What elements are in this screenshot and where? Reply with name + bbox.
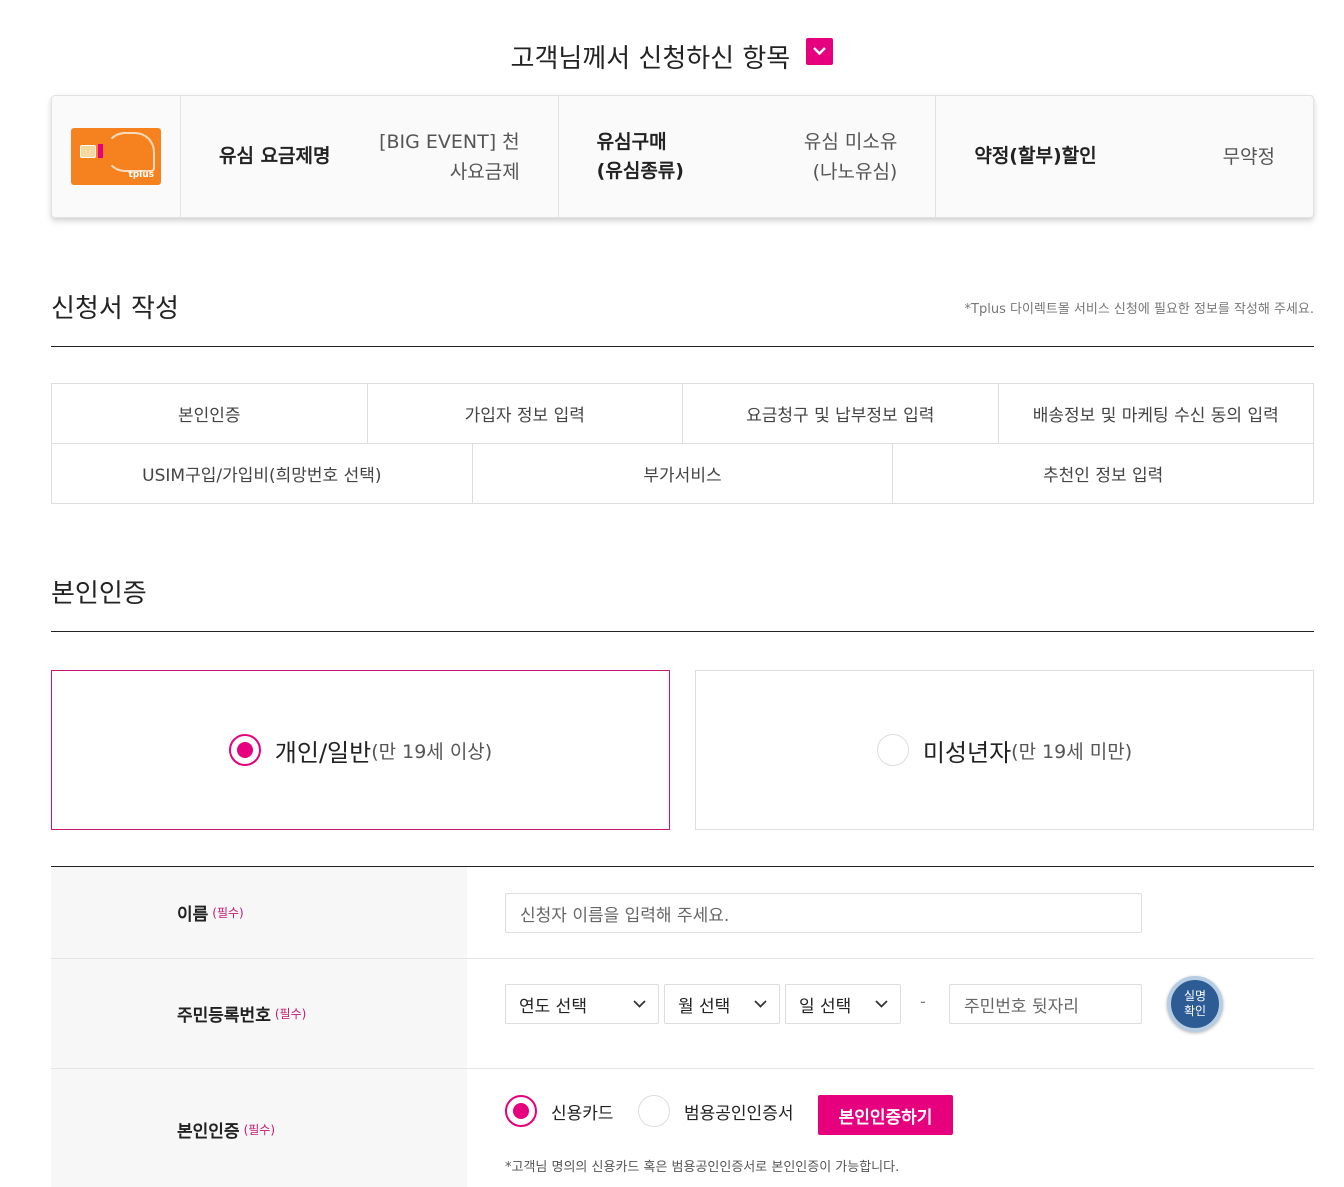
usim-thumbnail: tplus (52, 96, 181, 217)
adult-label: 개인/일반 (274, 738, 372, 767)
year-select-label: 연도 선택 (519, 996, 587, 1017)
auth-option-card[interactable]: 신용카드 (505, 1095, 614, 1127)
cert-option-label: 범용공인인증서 (684, 1103, 794, 1124)
rrn-row: 주민등록번호 (필수) 연도 선택 월 선택 일 선택 - 주민번호 뒷자리 실… (51, 959, 1314, 1069)
auth-label: 본인인증 (필수) (51, 1069, 467, 1187)
applied-items-header: 고객님께서 신청하신 항목 (0, 38, 1344, 75)
applied-items-summary: tplus 유심 요금제명 [BIG EVENT] 천 사요금제 유심구매 (유… (51, 95, 1314, 218)
step-usim-purchase[interactable]: USIM구입/가입비(희망번호 선택) (52, 444, 473, 504)
plan-label: 유심 요금제명 (219, 145, 331, 167)
application-title: 신청서 작성 (51, 294, 179, 324)
rrn-back-input[interactable]: 주민번호 뒷자리 (949, 984, 1142, 1024)
day-select[interactable]: 일 선택 (785, 984, 901, 1024)
identity-verify-button[interactable]: 본인인증하기 (818, 1095, 953, 1135)
divider (51, 631, 1314, 632)
name-cell: 신청자 이름을 입력해 주세요. (467, 867, 1314, 958)
name-label-text: 이름 (177, 905, 209, 925)
chevron-down-icon (633, 1000, 646, 1008)
step-delivery-marketing[interactable]: 배송정보 및 마케팅 수신 동의 입력 (998, 384, 1314, 444)
verify-label-line1: 실명 (1183, 989, 1207, 1003)
minor-label: 미성년자 (922, 738, 1012, 767)
applied-items-title: 고객님께서 신청하신 항목 (510, 44, 791, 74)
plan-value-line2: 사요금제 (449, 160, 520, 183)
step-referrer-info[interactable]: 추천인 정보 입력 (893, 444, 1315, 504)
day-select-label: 일 선택 (799, 996, 852, 1017)
plan-value-line1: [BIG EVENT] 천 (379, 130, 520, 153)
minor-sublabel: (만 19세 미만) (1011, 740, 1133, 763)
usim-label-line2: (유심종류) (596, 159, 684, 182)
rrn-dash: - (920, 992, 926, 1011)
usim-label-line1: 유심구매 (596, 130, 667, 153)
name-label: 이름 (필수) (51, 867, 467, 958)
chevron-down-icon (875, 1000, 888, 1008)
required-mark: (필수) (212, 906, 244, 920)
expand-toggle-button[interactable] (806, 38, 834, 65)
application-steps: 본인인증 가입자 정보 입력 요금청구 및 납부정보 입력 배송정보 및 마케팅… (51, 383, 1315, 504)
divider (51, 346, 1314, 347)
required-mark: (필수) (243, 1122, 276, 1137)
minor-radio[interactable] (876, 734, 909, 766)
step-billing-info[interactable]: 요금청구 및 납부정보 입력 (683, 384, 999, 444)
auth-row: 본인인증 (필수) 신용카드 범용공인인증서 본인인증하기 *고객님 명의의 신… (51, 1069, 1314, 1187)
application-note: *Tplus 다이렉트몰 서비스 신청에 필요한 정보를 작성해 주세요. (964, 302, 1314, 317)
chevron-down-icon (813, 47, 827, 56)
auth-option-cert[interactable]: 범용공인인증서 (638, 1095, 793, 1127)
identity-form: 이름 (필수) 신청자 이름을 입력해 주세요. 주민등록번호 (필수) 연도 … (51, 866, 1314, 1187)
auth-label-text: 본인인증 (177, 1121, 240, 1142)
auth-cell: 신용카드 범용공인인증서 본인인증하기 *고객님 명의의 신용카드 혹은 범용공… (467, 1069, 1314, 1187)
step-identity[interactable]: 본인인증 (52, 384, 368, 444)
verify-label-line2: 확인 (1183, 1004, 1207, 1018)
card-radio[interactable] (505, 1095, 537, 1127)
month-select[interactable]: 월 선택 (664, 984, 780, 1024)
rrn-label: 주민등록번호 (필수) (51, 959, 467, 1068)
usim-value-line1: 유심 미소유 (803, 130, 898, 153)
plan-cell: 유심 요금제명 [BIG EVENT] 천 사요금제 (181, 96, 559, 217)
usim-label: 유심구매 (유심종류) (597, 128, 684, 186)
chevron-down-icon (754, 1000, 767, 1008)
usim-value-line2: (나노유심) (812, 160, 898, 183)
card-option-label: 신용카드 (551, 1103, 614, 1124)
usim-value: 유심 미소유 (나노유심) (804, 127, 897, 187)
step-addon-services[interactable]: 부가서비스 (472, 444, 894, 504)
step-subscriber-info[interactable]: 가입자 정보 입력 (367, 384, 683, 444)
usim-card-brand: tplus (128, 170, 154, 180)
contract-cell: 약정(할부)할인 무약정 (936, 96, 1313, 217)
name-row: 이름 (필수) 신청자 이름을 입력해 주세요. (51, 867, 1314, 959)
cert-radio[interactable] (638, 1095, 670, 1127)
plan-value: [BIG EVENT] 천 사요금제 (379, 127, 520, 187)
adult-sublabel: (만 19세 이상) (371, 740, 493, 763)
sim-chip-icon (80, 145, 96, 158)
minor-option[interactable]: 미성년자 (만 19세 미만) (695, 670, 1314, 830)
rrn-label-text: 주민등록번호 (177, 1006, 271, 1026)
usim-cell: 유심구매 (유심종류) 유심 미소유 (나노유심) (559, 96, 937, 217)
identity-title: 본인인증 (51, 579, 147, 609)
real-name-verify-button[interactable]: 실명 확인 (1167, 976, 1223, 1032)
name-input[interactable]: 신청자 이름을 입력해 주세요. (505, 893, 1142, 933)
contract-value: 무약정 (1222, 145, 1276, 168)
auth-note: *고객님 명의의 신용카드 혹은 범용공인인증서로 본인인증이 가능합니다. (505, 1160, 900, 1175)
adult-option[interactable]: 개인/일반 (만 19세 이상) (51, 670, 670, 830)
month-select-label: 월 선택 (678, 996, 731, 1017)
usim-card-image: tplus (71, 128, 161, 185)
required-mark: (필수) (274, 1007, 307, 1021)
adult-radio[interactable] (228, 734, 261, 766)
year-select[interactable]: 연도 선택 (505, 984, 659, 1024)
contract-label: 약정(할부)할인 (974, 145, 1097, 167)
rrn-cell: 연도 선택 월 선택 일 선택 - 주민번호 뒷자리 실명 확인 (467, 959, 1314, 1068)
